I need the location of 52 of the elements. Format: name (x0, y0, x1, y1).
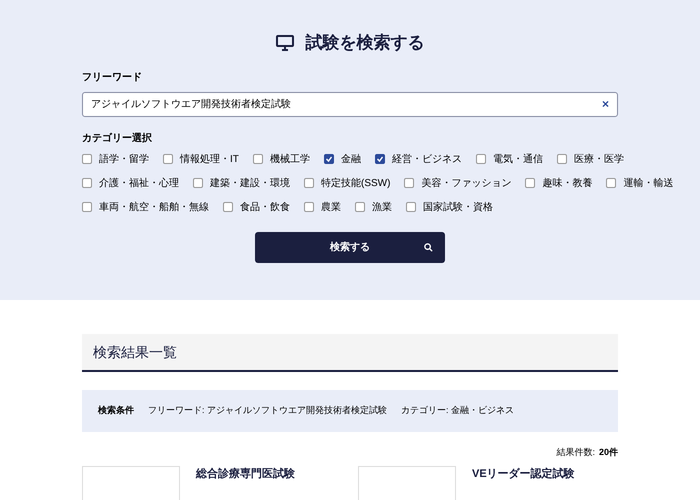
category-checkbox[interactable]: 情報処理・IT (163, 152, 239, 166)
checkbox[interactable] (82, 202, 92, 212)
category-checkbox[interactable]: 趣味・教養 (525, 176, 592, 190)
checkbox[interactable] (476, 154, 486, 164)
checkbox[interactable] (163, 154, 173, 164)
checkbox[interactable] (606, 178, 616, 188)
checkbox[interactable] (355, 202, 365, 212)
field-label: カテゴリー選択 (82, 132, 152, 146)
result-title[interactable]: VEリーダー認定試験 (472, 466, 575, 482)
checkbox[interactable] (404, 178, 414, 188)
clear-button[interactable]: × (602, 98, 609, 110)
freeword-field[interactable]: アジャイルソフトウエア開発技術者検定試験 × (82, 92, 618, 116)
monitor-icon (276, 34, 294, 51)
checkbox[interactable] (324, 154, 334, 164)
category-checkbox[interactable]: 経営・ビジネス (374, 152, 462, 166)
checkbox[interactable] (406, 202, 416, 212)
category-checkbox[interactable]: 特定技能(SSW) (304, 176, 390, 190)
checkbox[interactable] (82, 154, 92, 164)
page-title: 試験を検索する (306, 32, 424, 54)
checkbox[interactable] (304, 178, 314, 188)
result-title[interactable]: 総合診療専門医試験 (196, 466, 295, 482)
category-checkbox[interactable]: 食品・飲食 (223, 200, 290, 214)
category-checkbox[interactable]: 語学・留学 (82, 152, 149, 166)
checkbox[interactable] (223, 202, 233, 212)
count-value: 20件 (598, 446, 618, 459)
checkbox[interactable] (82, 178, 92, 188)
category-checkbox[interactable]: 金融 (324, 152, 361, 166)
category-checkbox[interactable]: 機械工学 (252, 152, 310, 166)
category-checkbox[interactable]: 介護・福祉・心理 (82, 176, 179, 190)
category-checkbox[interactable]: 運輸・輸送 (606, 176, 674, 190)
checkbox[interactable] (525, 178, 536, 188)
results-title: 検索結果一覧 (93, 342, 177, 362)
category-checkbox[interactable]: 美容・ファッション (404, 176, 512, 190)
conditions-label: 検索条件 (98, 404, 134, 418)
category-checkbox[interactable]: 農業 (304, 200, 341, 214)
checkbox[interactable] (304, 202, 314, 212)
search-icon (424, 242, 433, 252)
checkbox[interactable] (252, 154, 263, 164)
condition-text: カテゴリー: 金融・ビジネス (401, 404, 514, 418)
category-checkbox[interactable]: 建築・建設・環境 (193, 176, 290, 190)
field-label: フリーワード (82, 70, 142, 84)
category-checkbox[interactable]: 国家試験・資格 (406, 200, 493, 214)
checkbox[interactable] (556, 154, 567, 164)
count-label: 結果件数: (556, 446, 595, 459)
checkbox[interactable] (374, 154, 385, 164)
checkbox[interactable] (193, 178, 203, 188)
category-checkbox[interactable]: 車両・航空・船舶・無線 (82, 200, 209, 214)
category-checkbox[interactable]: 漁業 (355, 200, 392, 214)
search-button[interactable]: 検索する (255, 232, 445, 262)
category-checkbox[interactable]: 医療・医学 (556, 152, 624, 166)
category-checkbox[interactable]: 電気・通信 (476, 152, 543, 166)
condition-text: フリーワード: アジャイルソフトウエア開発技術者検定試験 (148, 404, 388, 418)
